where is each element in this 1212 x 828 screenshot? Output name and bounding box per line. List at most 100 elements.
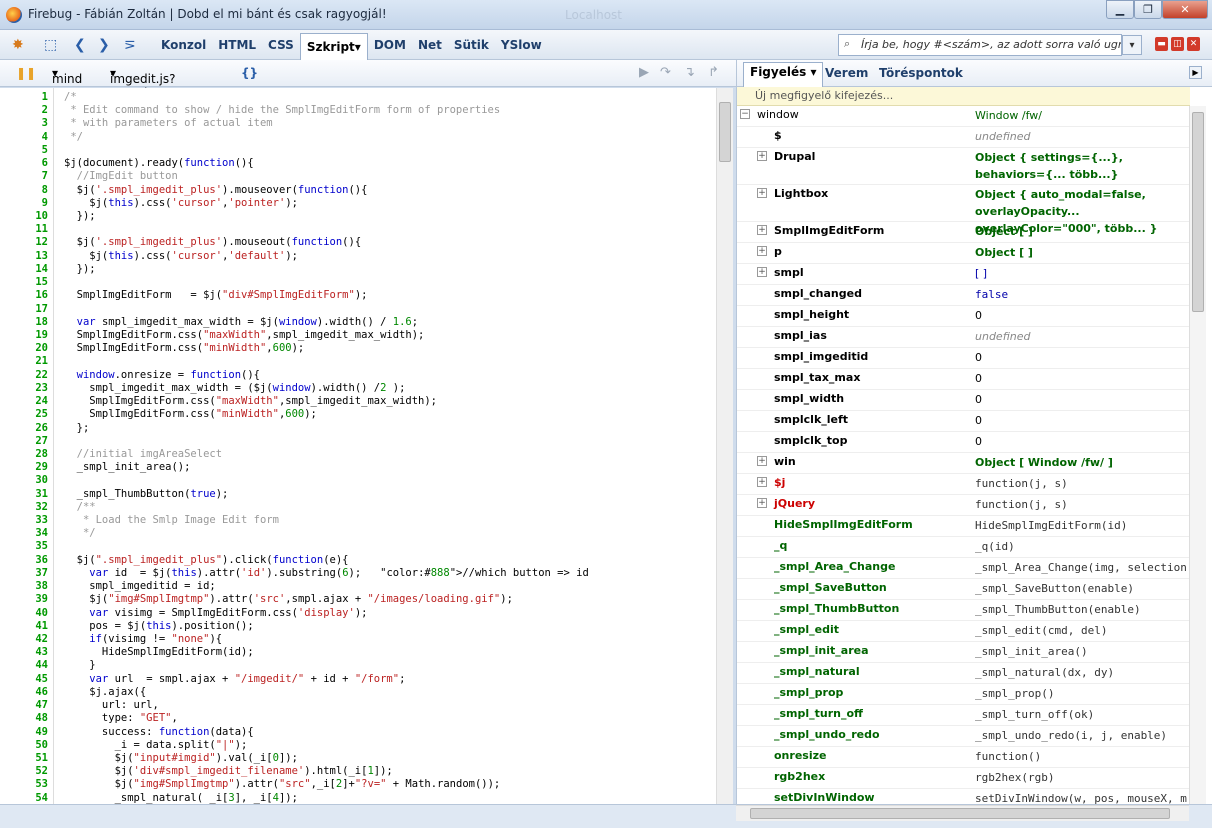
line-number[interactable]: 10 — [8, 210, 48, 223]
code-line[interactable]: 46 $j.ajax({ — [8, 686, 708, 699]
code-line[interactable]: 12 $j('.smpl_imgedit_plus').mouseout(fun… — [8, 236, 708, 249]
code-line[interactable]: 31 _smpl_ThumbButton(true); — [8, 488, 708, 501]
code-line[interactable]: 21 — [8, 355, 708, 368]
expand-icon[interactable]: + — [757, 477, 767, 487]
watch-row[interactable]: smpl_tax_max 0 — [737, 369, 1190, 390]
line-number[interactable]: 24 — [8, 395, 48, 408]
watch-value[interactable]: rgb2hex(rgb) — [975, 769, 1187, 786]
line-number[interactable]: 17 — [8, 303, 48, 316]
line-number[interactable]: 3 — [8, 117, 48, 130]
code-line[interactable]: 42 if(visimg != "none"){ — [8, 633, 708, 646]
line-number[interactable]: 38 — [8, 580, 48, 593]
code-line[interactable]: 29 _smpl_init_area(); — [8, 461, 708, 474]
code-line[interactable]: 9 $j(this).css('cursor','pointer'); — [8, 197, 708, 210]
watch-value[interactable]: 0 — [975, 370, 1187, 387]
line-number[interactable]: 37 — [8, 567, 48, 580]
code-line[interactable]: 27 — [8, 435, 708, 448]
watch-value[interactable]: _smpl_turn_off(ok) — [975, 706, 1187, 723]
continue-icon[interactable]: ▶ — [639, 65, 649, 80]
line-number[interactable]: 46 — [8, 686, 48, 699]
new-watch-expression-input[interactable]: Új megfigyelő kifejezés... — [737, 87, 1190, 106]
watch-value[interactable]: 0 — [975, 412, 1187, 429]
watch-value[interactable]: _smpl_init_area() — [975, 643, 1187, 660]
line-number[interactable]: 48 — [8, 712, 48, 725]
context-selector[interactable]: mind ▾ — [52, 66, 82, 86]
inspect-icon[interactable]: ⬚ — [44, 37, 57, 53]
source-code-view[interactable]: 1/* 2 * Edit command to show / hide the S… — [8, 88, 716, 804]
code-line[interactable]: 54 _smpl_natural( _i[3], _i[4]); — [8, 792, 708, 804]
code-line[interactable]: 19 SmplImgEditForm.css("maxWidth",smpl_i… — [8, 329, 708, 342]
pretty-print-button[interactable]: {} — [241, 66, 258, 80]
code-line[interactable]: 36 $j(".smpl_imgedit_plus").click(functi… — [8, 554, 708, 567]
watch-row[interactable]: smpl_width 0 — [737, 390, 1190, 411]
code-line[interactable]: 10 }); — [8, 210, 708, 223]
code-line[interactable]: 52 $j('div#smpl_imgedit_filename').html(… — [8, 765, 708, 778]
watch-row[interactable]: _smpl_prop _smpl_prop() — [737, 684, 1190, 705]
code-line[interactable]: 17 — [8, 303, 708, 316]
step-into-icon[interactable]: ↴ — [684, 65, 695, 80]
line-number[interactable]: 39 — [8, 593, 48, 606]
line-number[interactable]: 40 — [8, 607, 48, 620]
line-number[interactable]: 19 — [8, 329, 48, 342]
watch-value[interactable]: _smpl_SaveButton(enable) — [975, 580, 1187, 597]
tab-szkript[interactable]: Szkript ▾ — [299, 33, 368, 60]
code-line[interactable]: 47 url: url, — [8, 699, 708, 712]
watch-value[interactable]: Window /fw/ — [975, 107, 1187, 124]
line-number[interactable]: 26 — [8, 422, 48, 435]
scroll-thumb[interactable] — [1192, 112, 1204, 312]
watch-value[interactable]: function() — [975, 748, 1187, 765]
watch-value[interactable]: Object [ ] — [975, 244, 1187, 261]
line-number[interactable]: 5 — [8, 144, 48, 157]
code-line[interactable]: 20 SmplImgEditForm.css("minWidth",600); — [8, 342, 708, 355]
close-window-button[interactable]: ✕ — [1162, 0, 1208, 19]
expand-icon[interactable]: + — [757, 498, 767, 508]
line-number[interactable]: 18 — [8, 316, 48, 329]
code-line[interactable]: 24 SmplImgEditForm.css("maxWidth",smpl_i… — [8, 395, 708, 408]
line-number[interactable]: 52 — [8, 765, 48, 778]
watch-value[interactable]: function(j, s) — [975, 496, 1187, 513]
firebug-minimize-button[interactable]: ▬ — [1155, 37, 1168, 51]
watch-value[interactable]: _smpl_prop() — [975, 685, 1187, 702]
minimize-button[interactable]: ▁ — [1106, 0, 1134, 19]
watch-row[interactable]: _smpl_turn_off _smpl_turn_off(ok) — [737, 705, 1190, 726]
code-line[interactable]: 22 window.onresize = function(){ — [8, 369, 708, 382]
watch-row[interactable]: + SmplImgEditForm Object [ ] — [737, 222, 1190, 243]
code-line[interactable]: 33 * Load the Smlp Image Edit form — [8, 514, 708, 527]
line-number[interactable]: 23 — [8, 382, 48, 395]
firebug-close-button[interactable]: ✕ — [1187, 37, 1200, 51]
code-line[interactable]: 18 var smpl_imgedit_max_width = $j(windo… — [8, 316, 708, 329]
code-line[interactable]: 44 } — [8, 659, 708, 672]
forward-arrow-icon[interactable]: ❯ — [98, 37, 110, 53]
watch-value[interactable]: [ ] — [975, 265, 1187, 282]
search-prev-button[interactable]: ▾ — [1122, 35, 1142, 55]
line-number[interactable]: 30 — [8, 474, 48, 487]
line-number[interactable]: 50 — [8, 739, 48, 752]
code-line[interactable]: 26 }; — [8, 422, 708, 435]
code-line[interactable]: 14 }); — [8, 263, 708, 276]
watch-value[interactable]: 0 — [975, 391, 1187, 408]
code-line[interactable]: 40 var visimg = SmplImgEditForm.css('dis… — [8, 607, 708, 620]
back-arrow-icon[interactable]: ❮ — [74, 37, 86, 53]
watch-row[interactable]: + p Object [ ] — [737, 243, 1190, 264]
tab-css[interactable]: CSS — [262, 30, 300, 60]
line-number[interactable]: 36 — [8, 554, 48, 567]
watch-row[interactable]: smpl_height 0 — [737, 306, 1190, 327]
code-line[interactable]: 45 var url = smpl.ajax + "/imgedit/" + i… — [8, 673, 708, 686]
command-line-icon[interactable]: ⋝ — [124, 37, 136, 53]
line-number[interactable]: 13 — [8, 250, 48, 263]
code-line[interactable]: 15 — [8, 276, 708, 289]
watch-horizontal-scrollbar[interactable] — [736, 805, 1189, 821]
line-number[interactable]: 15 — [8, 276, 48, 289]
code-vertical-scrollbar[interactable] — [716, 88, 733, 804]
tab-sütik[interactable]: Sütik — [448, 30, 495, 60]
line-number[interactable]: 45 — [8, 673, 48, 686]
watch-value[interactable]: 0 — [975, 433, 1187, 450]
line-number[interactable]: 4 — [8, 131, 48, 144]
watch-row[interactable]: + $j function(j, s) — [737, 474, 1190, 495]
code-line[interactable]: 51 $j("input#imgid").val(_i[0]); — [8, 752, 708, 765]
line-number[interactable]: 54 — [8, 792, 48, 804]
watch-row[interactable]: setDivInWindow setDivInWindow(w, pos, mou… — [737, 789, 1190, 804]
tab-dom[interactable]: DOM — [368, 30, 412, 60]
code-line[interactable]: 50 _i = data.split("|"); — [8, 739, 708, 752]
watch-value[interactable]: function(j, s) — [975, 475, 1187, 492]
